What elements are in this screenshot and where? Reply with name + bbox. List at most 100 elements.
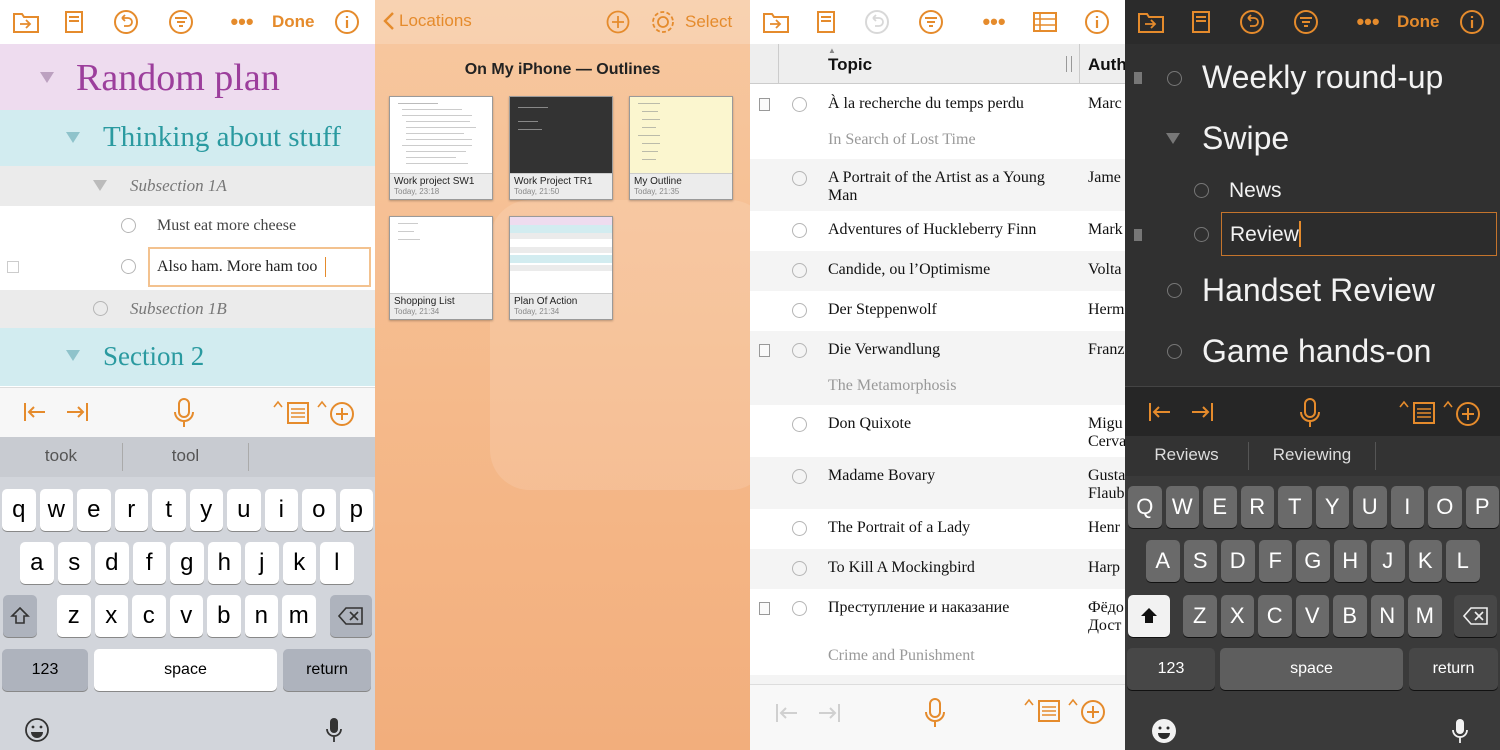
backspace-key[interactable] xyxy=(330,595,372,637)
back-button[interactable]: Locations xyxy=(383,11,472,31)
key-l[interactable]: l xyxy=(320,542,354,584)
status-circle-icon[interactable] xyxy=(792,171,807,186)
outdent-icon[interactable] xyxy=(774,701,800,730)
key-b[interactable]: b xyxy=(207,595,241,637)
status-circle-icon[interactable] xyxy=(93,301,108,316)
document-thumbnail[interactable]: Work Project TR1 Today, 21:50 xyxy=(509,96,613,200)
row-edit-field[interactable]: Also ham. More ham too xyxy=(148,247,371,287)
info-icon[interactable] xyxy=(1083,8,1111,36)
return-key[interactable]: return xyxy=(283,649,371,691)
space-key[interactable]: space xyxy=(94,649,277,691)
indent-icon[interactable] xyxy=(1189,400,1215,429)
status-circle-icon[interactable] xyxy=(792,601,807,616)
outline-row-text[interactable]: Weekly round-up xyxy=(1202,59,1443,96)
document-icon[interactable] xyxy=(1187,8,1215,36)
return-key[interactable]: return xyxy=(1409,648,1498,690)
indent-icon[interactable] xyxy=(816,701,842,730)
more-icon[interactable]: ••• xyxy=(1354,8,1382,36)
suggestion[interactable]: Reviewing xyxy=(1249,436,1375,476)
note-icon[interactable] xyxy=(759,344,770,357)
key-g[interactable]: g xyxy=(170,542,204,584)
status-circle-icon[interactable] xyxy=(1194,183,1209,198)
table-row[interactable]: À la recherche du temps perdu Marc xyxy=(750,85,1125,125)
collapse-triangle-icon[interactable] xyxy=(93,180,107,191)
key-g[interactable]: G xyxy=(1296,540,1330,582)
key-h[interactable]: h xyxy=(207,542,241,584)
key-o[interactable]: o xyxy=(302,489,336,531)
key-k[interactable]: k xyxy=(282,542,316,584)
outdent-icon[interactable] xyxy=(1147,400,1173,429)
outline-row-text[interactable]: News xyxy=(1229,179,1282,203)
more-icon[interactable]: ••• xyxy=(980,8,1008,36)
status-circle-icon[interactable] xyxy=(1194,227,1209,242)
shift-key[interactable] xyxy=(1128,595,1170,637)
status-circle-icon[interactable] xyxy=(792,561,807,576)
folder-icon[interactable] xyxy=(12,8,40,36)
done-button[interactable]: Done xyxy=(272,12,315,32)
table-row[interactable]: To Kill A Mockingbird Harp xyxy=(750,549,1125,589)
key-e[interactable]: e xyxy=(77,489,111,531)
key-t[interactable]: t xyxy=(152,489,186,531)
outline-row-text[interactable]: Swipe xyxy=(1202,120,1289,157)
status-circle-icon[interactable] xyxy=(121,259,136,274)
key-s[interactable]: S xyxy=(1183,540,1217,582)
key-y[interactable]: Y xyxy=(1315,486,1349,528)
subsection-row[interactable]: Subsection 1A xyxy=(0,166,375,206)
key-p[interactable]: P xyxy=(1465,486,1499,528)
done-button[interactable]: Done xyxy=(1397,12,1440,32)
collapse-triangle-icon[interactable] xyxy=(40,72,54,83)
title-row[interactable]: Random plan xyxy=(0,44,375,110)
outline-row-editing[interactable]: Also ham. More ham too xyxy=(0,246,375,290)
status-circle-icon[interactable] xyxy=(792,223,807,238)
key-m[interactable]: m xyxy=(282,595,316,637)
table-row-note[interactable]: Crime and Punishment xyxy=(750,641,1125,675)
row-edit-text[interactable]: Also ham. More ham too xyxy=(157,258,317,276)
key-u[interactable]: U xyxy=(1353,486,1387,528)
folder-icon[interactable] xyxy=(762,8,790,36)
table-row-note[interactable]: In Search of Lost Time xyxy=(750,125,1125,159)
key-v[interactable]: v xyxy=(169,595,203,637)
heading-row[interactable]: Section 2 xyxy=(0,328,375,386)
key-q[interactable]: Q xyxy=(1128,486,1162,528)
key-i[interactable]: i xyxy=(264,489,298,531)
suggestion[interactable]: Reviews xyxy=(1125,436,1248,476)
key-u[interactable]: u xyxy=(227,489,261,531)
key-j[interactable]: J xyxy=(1371,540,1405,582)
outline-row-text[interactable]: Game hands-on xyxy=(1202,333,1431,370)
key-e[interactable]: E xyxy=(1203,486,1237,528)
key-x[interactable]: X xyxy=(1220,595,1254,637)
key-j[interactable]: j xyxy=(245,542,279,584)
add-row-icon[interactable] xyxy=(1442,399,1482,432)
status-circle-icon[interactable] xyxy=(1167,283,1182,298)
column-author[interactable]: Auth xyxy=(1088,55,1125,75)
key-q[interactable]: q xyxy=(2,489,36,531)
table-row[interactable]: Adventures of Huckleberry Finn Mark xyxy=(750,211,1125,251)
column-resize-handle-icon[interactable] xyxy=(1066,56,1072,72)
add-note-icon[interactable] xyxy=(1398,399,1436,432)
table-row[interactable]: Don Quixote Migu Cerva xyxy=(750,405,1125,457)
dictation-icon[interactable] xyxy=(324,716,344,749)
columns-icon[interactable] xyxy=(1031,8,1059,36)
collapse-triangle-icon[interactable] xyxy=(66,350,80,361)
status-circle-icon[interactable] xyxy=(792,97,807,112)
undo-icon[interactable] xyxy=(863,8,891,36)
status-circle-icon[interactable] xyxy=(792,263,807,278)
row-handle-icon[interactable] xyxy=(1134,229,1142,241)
undo-icon[interactable] xyxy=(112,8,140,36)
status-circle-icon[interactable] xyxy=(792,343,807,358)
table-row[interactable]: Преступление и наказание Фёдо Дост xyxy=(750,589,1125,641)
undo-icon[interactable] xyxy=(1238,8,1266,36)
microphone-icon[interactable] xyxy=(172,397,196,434)
numbers-key[interactable]: 123 xyxy=(1127,648,1215,690)
document-icon[interactable] xyxy=(812,8,840,36)
info-icon[interactable] xyxy=(333,8,361,36)
table-row[interactable]: A Portrait of the Artist as a Young Man Ja… xyxy=(750,159,1125,211)
emoji-icon[interactable] xyxy=(1151,718,1177,749)
numbers-key[interactable]: 123 xyxy=(2,649,88,691)
microphone-icon[interactable] xyxy=(923,697,947,734)
emoji-icon[interactable] xyxy=(24,717,50,748)
collapse-triangle-icon[interactable] xyxy=(66,132,80,143)
note-icon[interactable] xyxy=(759,98,770,111)
status-circle-icon[interactable] xyxy=(792,417,807,432)
key-s[interactable]: s xyxy=(57,542,91,584)
